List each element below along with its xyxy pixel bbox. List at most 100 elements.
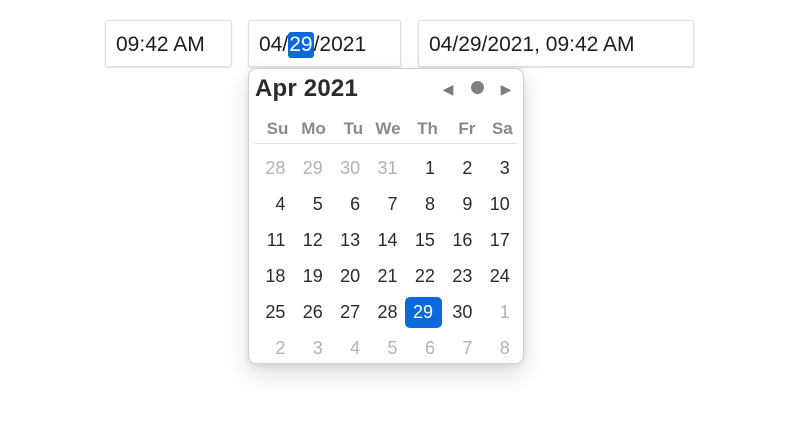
weekday-label: Tu: [343, 119, 364, 138]
calendar-day-number: 22: [414, 266, 435, 286]
calendar-day[interactable]: 1: [479, 294, 516, 330]
calendar-day[interactable]: 26: [292, 294, 329, 330]
calendar-day[interactable]: 14: [367, 222, 404, 258]
calendar-day-number: 9: [462, 194, 473, 214]
calendar-day[interactable]: 21: [367, 258, 404, 294]
calendar-day-number: 10: [489, 194, 510, 214]
calendar-day-number: 1: [499, 302, 510, 322]
calendar-day[interactable]: 10: [479, 186, 516, 222]
calendar-day[interactable]: 27: [330, 294, 367, 330]
calendar-day-number: 6: [350, 194, 361, 214]
next-month-icon[interactable]: ▶: [497, 77, 515, 101]
time-input[interactable]: 09:42 AM: [105, 20, 232, 67]
today-button[interactable]: [468, 77, 486, 101]
calendar-day[interactable]: 5: [367, 330, 404, 366]
calendar-day[interactable]: 6: [405, 330, 442, 366]
calendar-day-number: 12: [302, 230, 323, 250]
calendar-day-number: 28: [265, 158, 286, 178]
date-month-segment[interactable]: 04: [259, 33, 282, 56]
calendar-popover: Apr 2021 ◀ ▶ Su Mo Tu We Th Fr Sa 28 29 30 31 1 2 3 4…: [248, 68, 524, 364]
calendar-day-number: 29: [404, 297, 442, 328]
calendar-day[interactable]: 4: [255, 186, 292, 222]
calendar-day[interactable]: 22: [405, 258, 442, 294]
calendar-day[interactable]: 1: [405, 150, 442, 186]
calendar-day[interactable]: 24: [479, 258, 516, 294]
calendar-day-number: 4: [275, 194, 286, 214]
calendar-day[interactable]: 18: [255, 258, 292, 294]
calendar-day[interactable]: 25: [255, 294, 292, 330]
calendar-day-number: 28: [377, 302, 398, 322]
date-year-segment[interactable]: 2021: [319, 33, 366, 56]
calendar-day-number: 6: [424, 338, 435, 358]
calendar-day-number: 13: [340, 230, 361, 250]
calendar-day-number: 18: [265, 266, 286, 286]
weekday-header-row: Su Mo Tu We Th Fr Sa: [255, 115, 517, 144]
calendar-day[interactable]: 13: [330, 222, 367, 258]
calendar-day[interactable]: 28: [367, 294, 404, 330]
calendar-day-number: 31: [377, 158, 398, 178]
calendar-day[interactable]: 30: [442, 294, 479, 330]
calendar-day[interactable]: 12: [292, 222, 329, 258]
calendar-day-number: 8: [499, 338, 510, 358]
calendar-day[interactable]: 16: [442, 222, 479, 258]
calendar-day[interactable]: 31: [367, 150, 404, 186]
calendar-day-number: 3: [312, 338, 323, 358]
calendar-day[interactable]: 8: [405, 186, 442, 222]
datetime-input[interactable]: 04/29/2021, 09:42 AM: [418, 20, 694, 67]
calendar-day[interactable]: 9: [442, 186, 479, 222]
calendar-day-number: 30: [452, 302, 473, 322]
calendar-day-number: 2: [275, 338, 286, 358]
calendar-day[interactable]: 5: [292, 186, 329, 222]
calendar-day[interactable]: 11: [255, 222, 292, 258]
calendar-day[interactable]: 8: [479, 330, 516, 366]
calendar-day-number: 5: [312, 194, 323, 214]
calendar-day-number: 30: [340, 158, 361, 178]
calendar-day-number: 26: [302, 302, 323, 322]
calendar-day[interactable]: 19: [292, 258, 329, 294]
calendar-day[interactable]: 3: [292, 330, 329, 366]
calendar-day-number: 15: [414, 230, 435, 250]
calendar-day[interactable]: 3: [479, 150, 516, 186]
calendar-week-row: 2 3 4 5 6 7 8: [255, 330, 517, 366]
calendar-day-number: 21: [377, 266, 398, 286]
calendar-day[interactable]: 2: [255, 330, 292, 366]
calendar-day[interactable]: 15: [405, 222, 442, 258]
calendar-day[interactable]: 29: [292, 150, 329, 186]
calendar-day[interactable]: 17: [479, 222, 516, 258]
calendar-day[interactable]: 23: [442, 258, 479, 294]
calendar-day-number: 23: [452, 266, 473, 286]
calendar-day-number: 20: [340, 266, 361, 286]
calendar-day-number: 5: [387, 338, 398, 358]
calendar-day[interactable]: 28: [255, 150, 292, 186]
stage: 09:42 AM 04/29/2021 04/29/2021, 09:42 AM…: [0, 0, 800, 430]
calendar-day-number: 8: [424, 194, 435, 214]
calendar-day[interactable]: 30: [330, 150, 367, 186]
calendar-day[interactable]: 7: [442, 330, 479, 366]
calendar-week-row: 11 12 13 14 15 16 17: [255, 222, 517, 258]
weekday-label: Mo: [301, 119, 326, 138]
calendar-grid: Su Mo Tu We Th Fr Sa 28 29 30 31 1 2 3 4 5 6 7 8 9 10 11 12 13…: [255, 115, 517, 366]
weekday-label: Sa: [491, 119, 513, 138]
calendar-day-selected[interactable]: 29: [404, 294, 442, 330]
calendar-day-number: 19: [302, 266, 323, 286]
calendar-day-number: 24: [489, 266, 510, 286]
weekday-label: Th: [417, 119, 438, 138]
calendar-month-title: Apr 2021: [255, 75, 358, 102]
calendar-day-number: 25: [265, 302, 286, 322]
calendar-day[interactable]: 20: [330, 258, 367, 294]
previous-month-icon[interactable]: ◀: [439, 77, 457, 101]
calendar-day-number: 16: [452, 230, 473, 250]
date-input[interactable]: 04/29/2021: [248, 20, 401, 67]
calendar-day[interactable]: 6: [330, 186, 367, 222]
calendar-day[interactable]: 4: [330, 330, 367, 366]
date-day-segment[interactable]: 29: [288, 32, 314, 58]
calendar-day-number: 7: [387, 194, 398, 214]
calendar-day-number: 17: [489, 230, 510, 250]
weekday-label: Su: [266, 119, 289, 138]
calendar-day-number: 14: [377, 230, 398, 250]
time-value: 09:42 AM: [116, 33, 205, 56]
calendar-day-number: 11: [266, 230, 286, 250]
calendar-day[interactable]: 7: [367, 186, 404, 222]
calendar-day-number: 29: [302, 158, 323, 178]
calendar-day[interactable]: 2: [442, 150, 479, 186]
